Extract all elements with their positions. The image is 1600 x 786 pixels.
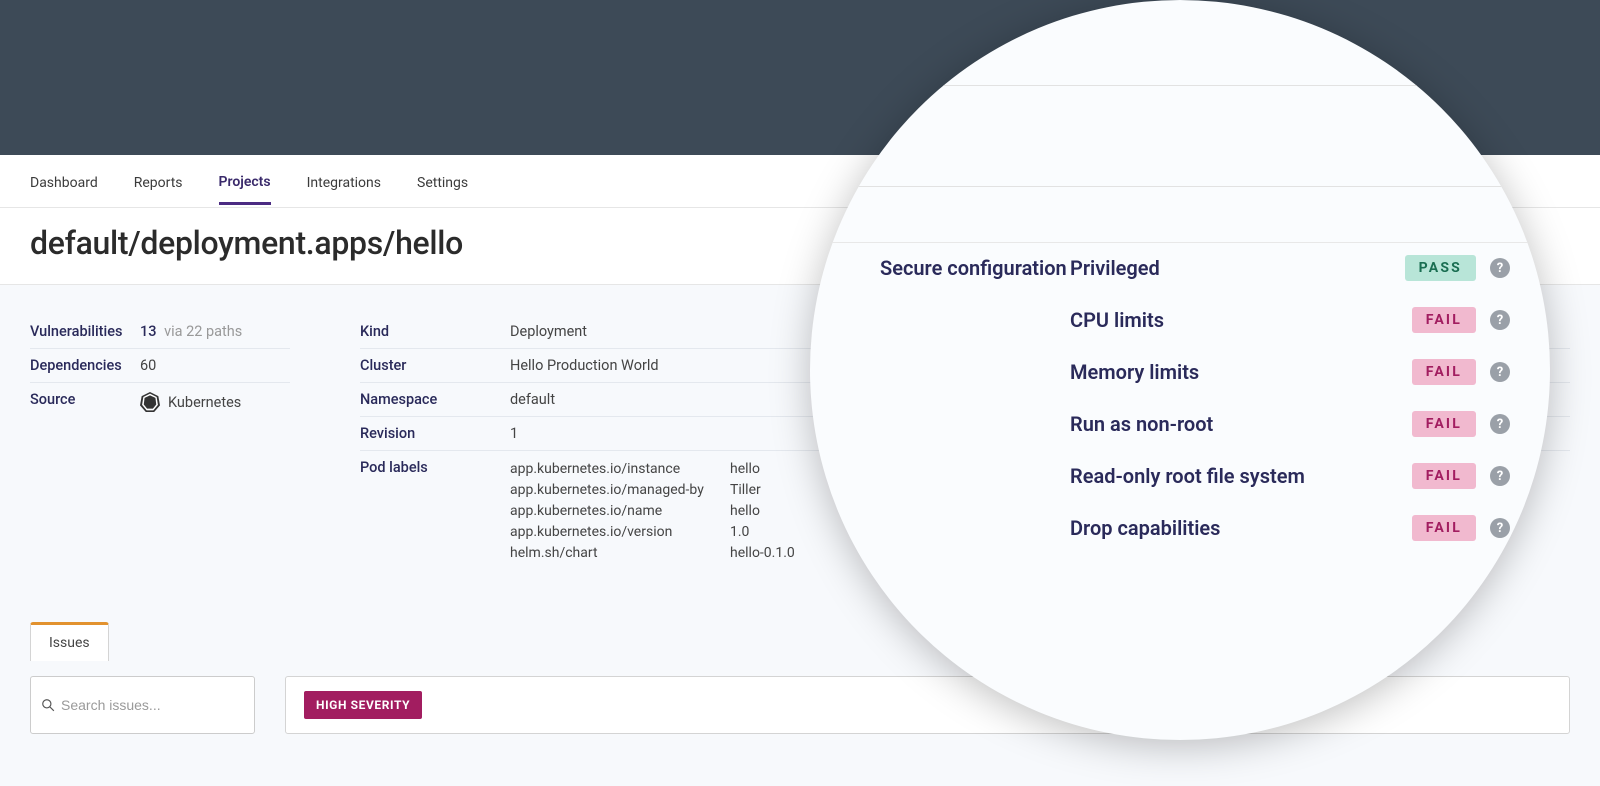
pod-label-key: app.kubernetes.io/name — [510, 501, 730, 522]
meta-source: Source Kubernetes — [30, 383, 290, 421]
search-icon — [41, 698, 55, 712]
nav-dashboard[interactable]: Dashboard — [30, 158, 98, 205]
secure-config-row: Read-only root file system FAIL? — [1070, 463, 1510, 489]
zoom-divider — [810, 242, 1550, 243]
pod-labels-list: app.kubernetes.io/instance app.kubernete… — [510, 459, 795, 564]
zoom-divider — [810, 85, 1550, 86]
meta-vulnerabilities: Vulnerabilities 13 via 22 paths — [30, 315, 290, 349]
secure-config-list: PrivilegedPASS?CPU limitsFAIL?Memory lim… — [1070, 255, 1510, 567]
config-check-label: Run as non-root — [1070, 412, 1213, 436]
status-fail-badge: FAIL — [1412, 307, 1476, 333]
secure-config-row: Drop capabilities FAIL? — [1070, 515, 1510, 541]
pod-label-key: helm.sh/chart — [510, 543, 730, 564]
dependencies-label: Dependencies — [30, 357, 140, 374]
tab-issues[interactable]: Issues — [30, 622, 109, 661]
config-check-label: Privileged — [1070, 256, 1160, 280]
help-icon[interactable]: ? — [1490, 466, 1510, 486]
status-pass-badge: PASS — [1405, 255, 1476, 281]
source-value: Kubernetes — [168, 394, 241, 411]
config-check-label: CPU limits — [1070, 308, 1164, 332]
nav-settings[interactable]: Settings — [417, 158, 468, 205]
dependencies-value: 60 — [140, 357, 156, 374]
revision-value: 1 — [510, 425, 518, 442]
status-fail-badge: FAIL — [1412, 411, 1476, 437]
pod-label-key: app.kubernetes.io/version — [510, 522, 730, 543]
kind-value: Deployment — [510, 323, 587, 340]
help-icon[interactable]: ? — [1490, 362, 1510, 382]
issue-card: HIGH SEVERITY — [285, 676, 1570, 734]
config-check-label: Memory limits — [1070, 360, 1199, 384]
nav-projects[interactable]: Projects — [219, 157, 271, 205]
vulnerabilities-suffix: via 22 paths — [164, 323, 242, 340]
help-icon[interactable]: ? — [1490, 414, 1510, 434]
secure-config-row: Memory limits FAIL? — [1070, 359, 1510, 385]
severity-badge: HIGH SEVERITY — [304, 691, 422, 719]
pod-label-value: Tiller — [730, 480, 795, 501]
kind-label: Kind — [360, 323, 510, 340]
help-icon[interactable]: ? — [1490, 258, 1510, 278]
search-input[interactable] — [61, 697, 244, 713]
meta-dependencies: Dependencies 60 — [30, 349, 290, 383]
help-icon[interactable]: ? — [1490, 310, 1510, 330]
vulnerabilities-count: 13 — [140, 323, 156, 340]
vulnerabilities-label: Vulnerabilities — [30, 323, 140, 340]
pod-label-value: hello — [730, 459, 795, 480]
nav-integrations[interactable]: Integrations — [307, 158, 381, 205]
secure-config-row: CPU limits FAIL? — [1070, 307, 1510, 333]
kubernetes-icon — [140, 391, 160, 413]
status-fail-badge: FAIL — [1412, 515, 1476, 541]
namespace-label: Namespace — [360, 391, 510, 408]
nav-reports[interactable]: Reports — [134, 158, 183, 205]
pod-label-value: 1.0 — [730, 522, 795, 543]
meta-left: Vulnerabilities 13 via 22 paths Dependen… — [30, 315, 290, 572]
secure-config-row: Run as non-root FAIL? — [1070, 411, 1510, 437]
config-check-label: Read-only root file system — [1070, 464, 1305, 488]
pod-labels-label: Pod labels — [360, 459, 510, 476]
cluster-value: Hello Production World — [510, 357, 659, 374]
search-input-wrap[interactable] — [30, 676, 255, 734]
status-fail-badge: FAIL — [1412, 463, 1476, 489]
secure-config-row: Privileged PASS? — [1070, 255, 1510, 281]
pod-label-key: app.kubernetes.io/instance — [510, 459, 730, 480]
help-icon[interactable]: ? — [1490, 518, 1510, 538]
zoom-divider — [810, 186, 1550, 187]
revision-label: Revision — [360, 425, 510, 442]
zoom-overlay: Secure configuration PrivilegedPASS?CPU … — [810, 0, 1550, 740]
namespace-value: default — [510, 391, 555, 408]
cluster-label: Cluster — [360, 357, 510, 374]
secure-config-title: Secure configuration — [880, 255, 1070, 567]
pod-label-value: hello-0.1.0 — [730, 543, 795, 564]
source-label: Source — [30, 391, 140, 408]
pod-label-key: app.kubernetes.io/managed-by — [510, 480, 730, 501]
config-check-label: Drop capabilities — [1070, 516, 1220, 540]
pod-label-value: hello — [730, 501, 795, 522]
status-fail-badge: FAIL — [1412, 359, 1476, 385]
